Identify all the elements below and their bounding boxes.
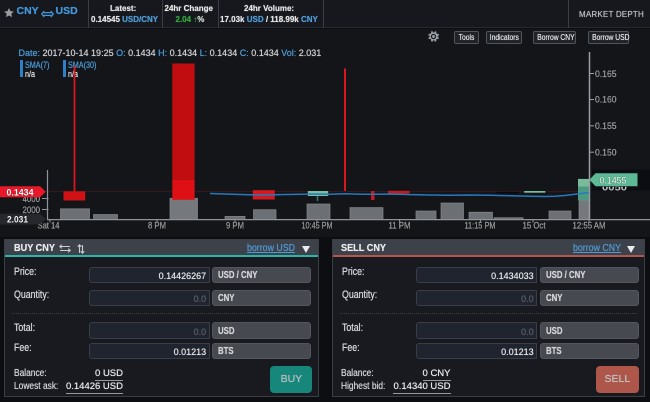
svg-text:0.165: 0.165	[595, 69, 617, 80]
svg-text:12:55 AM: 12:55 AM	[573, 221, 606, 232]
svg-text:0.1434: 0.1434	[7, 187, 35, 198]
svg-text:10:45 PM: 10:45 PM	[302, 221, 333, 232]
svg-text:8 PM: 8 PM	[148, 221, 166, 232]
svg-text:2.031: 2.031	[7, 214, 29, 225]
svg-text:0.1455: 0.1455	[600, 176, 627, 187]
svg-text:9 PM: 9 PM	[226, 221, 244, 232]
svg-text:0.160: 0.160	[595, 95, 617, 106]
svg-text:0.150: 0.150	[595, 148, 617, 159]
svg-text:11 PM: 11 PM	[389, 221, 411, 232]
svg-text:15 Oct: 15 Oct	[523, 221, 546, 232]
svg-text:0.155: 0.155	[595, 121, 617, 132]
svg-text:11:15 PM: 11:15 PM	[465, 221, 496, 232]
